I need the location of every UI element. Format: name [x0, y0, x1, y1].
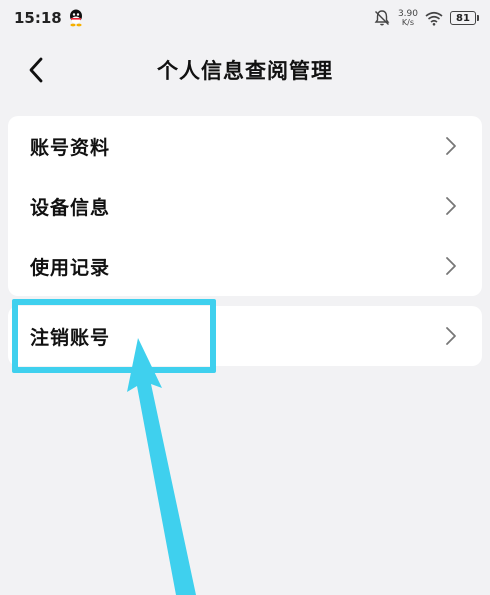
back-button[interactable] — [22, 56, 50, 84]
menu-item-label: 使用记录 — [30, 256, 111, 279]
chevron-right-icon — [446, 137, 456, 155]
battery-level: 81 — [456, 12, 470, 24]
menu-card-info: 账号资料 设备信息 使用记录 — [8, 116, 482, 296]
chevron-left-icon — [29, 57, 43, 83]
chevron-right-icon — [446, 257, 456, 275]
menu-item-device-info[interactable]: 设备信息 — [8, 176, 482, 236]
net-speed-unit: K/s — [401, 17, 415, 27]
status-time: 15:18 — [14, 9, 62, 27]
mute-bell-icon — [374, 10, 390, 26]
menu-item-label: 账号资料 — [30, 136, 111, 159]
nav-bar: 个人信息查阅管理 — [0, 44, 490, 96]
menu-item-label: 设备信息 — [30, 196, 111, 219]
status-bar: 15:18 3.90 K/s 81 — [0, 0, 490, 36]
menu-item-usage-record[interactable]: 使用记录 — [8, 236, 482, 296]
qq-icon — [69, 9, 82, 27]
menu-item-cancel-account[interactable]: 注销账号 — [8, 306, 482, 366]
wifi-icon — [425, 11, 443, 26]
status-right: 3.90 K/s 81 — [373, 9, 479, 27]
menu-item-label: 注销账号 — [30, 326, 111, 349]
menu-card-cancel: 注销账号 — [8, 306, 482, 366]
page-title: 个人信息查阅管理 — [157, 59, 333, 83]
chevron-right-icon — [446, 327, 456, 345]
battery-icon: 81 — [450, 11, 479, 25]
status-left: 15:18 — [14, 9, 84, 27]
chevron-right-icon — [446, 197, 456, 215]
menu-item-account-profile[interactable]: 账号资料 — [8, 116, 482, 176]
net-speed: 3.90 K/s — [398, 9, 418, 27]
